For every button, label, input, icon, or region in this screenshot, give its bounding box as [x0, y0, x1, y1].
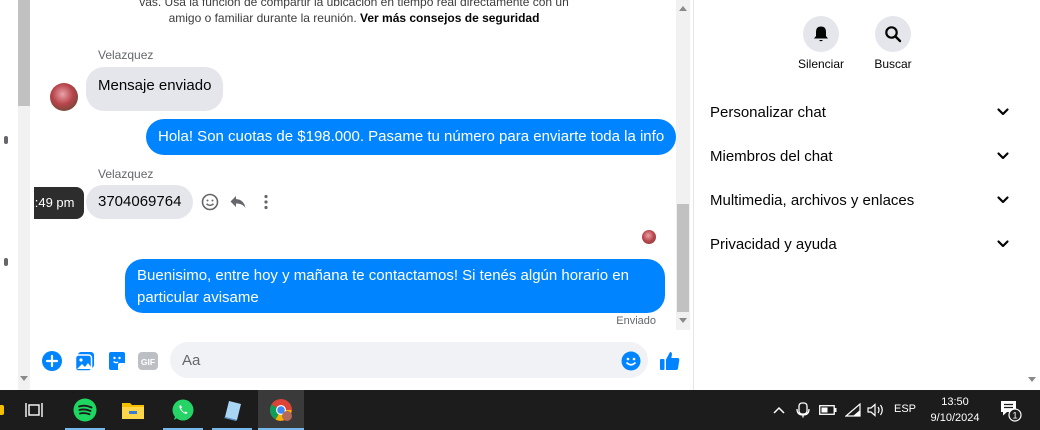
timestamp-tooltip: 1:49 pm: [34, 187, 84, 219]
mute-action[interactable]: Silenciar: [781, 16, 861, 71]
info-scrollbar[interactable]: [1024, 0, 1040, 390]
avatar[interactable]: [50, 83, 78, 111]
conversation-info-panel: Silenciar Buscar Personalizar chat Miemb…: [694, 0, 1024, 390]
section-label: Privacidad y ayuda: [710, 235, 837, 253]
file-explorer-icon[interactable]: [113, 390, 153, 430]
emoji-icon[interactable]: [620, 350, 642, 372]
message-list: vas. Usa la función de compartir la ubic…: [34, 0, 694, 330]
volume-icon[interactable]: [866, 390, 886, 430]
wifi-icon[interactable]: [844, 390, 862, 430]
delivery-status: Enviado: [616, 315, 656, 327]
sticker-icon[interactable]: [106, 350, 128, 372]
search-icon: [885, 26, 902, 43]
notification-count: 1: [1012, 411, 1017, 421]
safety-notice: vas. Usa la función de compartir la ubic…: [94, 0, 614, 26]
sender-name: Velazquez: [98, 48, 154, 62]
safety-notice-line2: amigo o familiar durante la reunión.: [168, 11, 357, 25]
bell-icon: [814, 26, 828, 42]
taskbar: ESP 13:50 9/10/2024 1: [0, 390, 1040, 430]
incoming-message[interactable]: 3704069764: [86, 185, 194, 219]
sender-name: Velazquez: [98, 167, 154, 181]
chevron-down-icon: [997, 152, 1009, 160]
svg-text:GIF: GIF: [141, 357, 155, 367]
image-icon[interactable]: [74, 350, 96, 372]
plus-icon[interactable]: [41, 350, 63, 372]
chevron-up-icon[interactable]: [770, 390, 788, 430]
page-left-gutter: [0, 0, 34, 390]
mute-label: Silenciar: [797, 57, 845, 71]
battery-icon[interactable]: [818, 390, 838, 430]
chevron-down-icon: [997, 196, 1009, 204]
search-button[interactable]: [875, 16, 911, 52]
message-actions: [200, 192, 276, 212]
gif-icon[interactable]: GIF: [137, 350, 159, 372]
notifications-icon[interactable]: 1: [996, 390, 1024, 430]
system-clock[interactable]: 13:50 9/10/2024: [922, 394, 988, 426]
composer: GIF: [34, 330, 694, 390]
message-input[interactable]: [170, 342, 648, 378]
chrome-icon[interactable]: [261, 390, 301, 430]
safety-notice-line1: vas. Usa la función de compartir la ubic…: [139, 0, 569, 9]
chat-scrollbar[interactable]: [676, 0, 690, 330]
chevron-down-icon: [997, 240, 1009, 248]
notes-app-icon[interactable]: [212, 390, 252, 430]
outgoing-message[interactable]: Hola! Son cuotas de $198.000. Pasame tu …: [146, 119, 677, 155]
outgoing-message[interactable]: Buenisimo, entre hoy y mañana te contact…: [125, 259, 665, 313]
safety-tips-link[interactable]: Ver más consejos de seguridad: [360, 11, 539, 25]
gutter-marker: [4, 258, 8, 266]
mute-button[interactable]: [803, 16, 839, 52]
section-label: Miembros del chat: [710, 147, 833, 165]
section-customize-chat[interactable]: Personalizar chat: [710, 90, 1010, 134]
section-media-files-links[interactable]: Multimedia, archivos y enlaces: [710, 178, 1010, 222]
incoming-message[interactable]: Mensaje enviado: [86, 67, 224, 111]
search-action[interactable]: Buscar: [853, 16, 933, 71]
spotify-icon[interactable]: [65, 390, 105, 430]
section-label: Multimedia, archivos y enlaces: [710, 191, 915, 209]
search-label: Buscar: [874, 57, 912, 71]
language-indicator[interactable]: ESP: [894, 403, 916, 415]
chat-panel: vas. Usa la función de compartir la ubic…: [34, 0, 694, 390]
chat-scroll-up-arrow[interactable]: [679, 6, 687, 11]
clock-date: 9/10/2024: [930, 412, 980, 424]
meet-now-icon[interactable]: [794, 390, 812, 430]
thumbs-up-icon[interactable]: [659, 350, 681, 372]
chat-scroll-down-arrow[interactable]: [679, 318, 687, 323]
chevron-down-icon: [997, 108, 1009, 116]
gutter-marker: [4, 136, 8, 144]
page-scrollbar-track[interactable]: [18, 106, 30, 390]
task-view-icon[interactable]: [14, 390, 54, 430]
info-scroll-down-arrow[interactable]: [1028, 377, 1036, 382]
section-chat-members[interactable]: Miembros del chat: [710, 134, 1010, 178]
reply-icon[interactable]: [228, 192, 248, 212]
more-options-icon[interactable]: [256, 192, 276, 212]
section-privacy-help[interactable]: Privacidad y ayuda: [710, 222, 1010, 266]
page-scrollbar-thumb[interactable]: [18, 0, 30, 106]
chat-scrollbar-thumb[interactable]: [677, 204, 689, 312]
whatsapp-icon[interactable]: [163, 390, 203, 430]
clock-time: 13:50: [941, 396, 969, 408]
read-receipt-avatar: [642, 230, 656, 244]
section-label: Personalizar chat: [710, 103, 826, 121]
page-scroll-down-arrow[interactable]: [20, 376, 28, 381]
react-emoji-icon[interactable]: [200, 192, 220, 212]
